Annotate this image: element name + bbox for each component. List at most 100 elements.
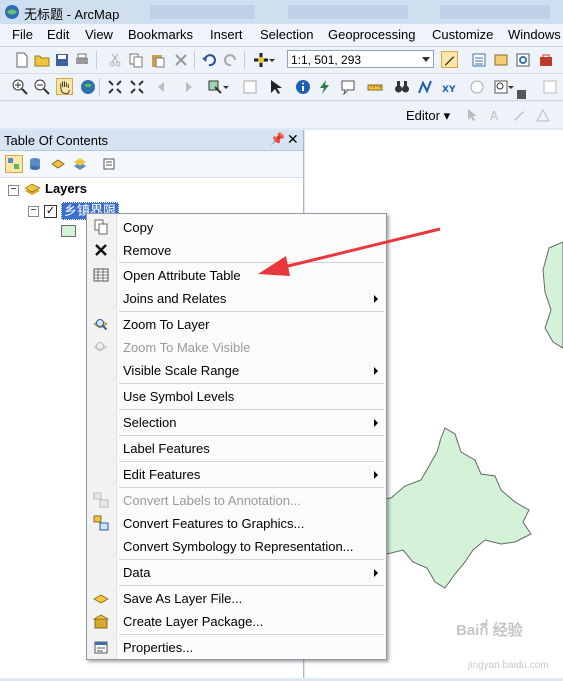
redo-icon [223, 53, 236, 66]
find-route-button[interactable] [416, 78, 433, 95]
menu-item-selection[interactable]: Selection [87, 411, 386, 434]
go-forward-button[interactable] [177, 78, 194, 95]
print-button[interactable] [73, 51, 90, 68]
identify-button[interactable] [294, 78, 311, 95]
menu-item-data[interactable]: Data [87, 561, 386, 584]
polygon-feature[interactable] [542, 241, 563, 349]
svg-text:A: A [490, 109, 499, 123]
time-slider-button[interactable] [468, 78, 485, 95]
redo-button[interactable] [222, 51, 239, 68]
find-button[interactable] [393, 78, 410, 95]
pin-icon[interactable]: 📌 [270, 132, 285, 146]
layer-symbol-swatch[interactable] [61, 225, 76, 237]
toc-options-button[interactable] [100, 155, 118, 173]
menu-item-properties[interactable]: Properties... [87, 636, 386, 659]
open-button[interactable] [33, 51, 50, 68]
menu-item-save-as-layer-file[interactable]: Save As Layer File... [87, 587, 386, 610]
layer-visibility-checkbox[interactable]: ✓ [44, 205, 57, 218]
menu-item-zoom-to-make-visible[interactable]: Zoom To Make Visible [87, 336, 386, 359]
menu-item-label: Use Symbol Levels [123, 389, 235, 404]
zoom-in-button[interactable] [11, 78, 28, 95]
menu-item-create-layer-package[interactable]: Create Layer Package... [87, 610, 386, 633]
hyperlink-button[interactable] [316, 78, 333, 95]
select-elements-button[interactable] [267, 78, 284, 95]
properties-icon [93, 639, 109, 655]
paste-button[interactable] [149, 51, 166, 68]
toolbar-button-edge[interactable] [541, 78, 558, 95]
list-by-visibility-button[interactable] [49, 155, 67, 173]
zoom-out-button[interactable] [33, 78, 50, 95]
select-features-button[interactable] [206, 78, 223, 95]
straight-segment-button[interactable] [510, 106, 527, 123]
save-button[interactable] [53, 51, 70, 68]
catalog-window-button[interactable] [492, 51, 509, 68]
menu-item-convert-labels-to-annotation[interactable]: Convert Labels to Annotation... [87, 489, 386, 512]
html-popup-button[interactable] [339, 78, 356, 95]
map-scale-combobox[interactable]: 1:1, 501, 293 [287, 50, 434, 68]
layer-collapse-toggle[interactable]: − [28, 206, 39, 217]
viewer-dropdown[interactable] [507, 78, 515, 95]
background-window-tab[interactable] [440, 5, 550, 19]
menu-customize[interactable]: Customize [432, 27, 493, 42]
fixed-zoom-in-button[interactable] [106, 78, 123, 95]
undo-button[interactable] [200, 51, 217, 68]
layers-collapse-toggle[interactable]: − [8, 185, 19, 196]
menu-item-open-attribute-table[interactable]: Open Attribute Table [87, 264, 386, 287]
menu-item-copy[interactable]: Copy [87, 216, 386, 239]
menu-item-joins-and-relates[interactable]: Joins and Relates [87, 287, 386, 310]
toolbar-overflow-button[interactable] [517, 90, 526, 99]
editor-toolbar-button[interactable] [441, 51, 458, 68]
menu-view[interactable]: View [85, 27, 113, 42]
full-extent-button[interactable] [79, 78, 96, 95]
add-data-button[interactable] [252, 51, 269, 68]
menu-item-convert-features-to-graphics[interactable]: Convert Features to Graphics... [87, 512, 386, 535]
menu-item-zoom-to-layer[interactable]: Zoom To Layer [87, 313, 386, 336]
clear-selection-button[interactable] [241, 78, 258, 95]
arctoolbox-button[interactable] [537, 51, 554, 68]
toolbar-separator [244, 51, 245, 69]
new-document-button[interactable] [13, 51, 30, 68]
background-window-tab[interactable] [150, 5, 255, 19]
background-window-tab[interactable] [288, 5, 408, 19]
menu-item-edit-features[interactable]: Edit Features [87, 463, 386, 486]
delete-button[interactable] [172, 51, 189, 68]
submenu-arrow-icon [374, 295, 378, 303]
menu-item-remove[interactable]: Remove [87, 239, 386, 262]
list-by-drawing-order-button[interactable] [5, 155, 23, 173]
cut-button[interactable] [106, 51, 123, 68]
pan-button[interactable] [56, 78, 73, 95]
list-by-selection-button[interactable] [71, 155, 89, 173]
editor-menu[interactable]: Editor ▾ [406, 108, 450, 124]
zoom-in-icon [12, 79, 28, 95]
menu-windows[interactable]: Windows [508, 27, 561, 42]
close-icon[interactable]: ✕ [287, 131, 299, 148]
go-back-button[interactable] [155, 78, 172, 95]
menu-item-convert-symbology-to-representation[interactable]: Convert Symbology to Representation... [87, 535, 386, 558]
menu-geoprocessing[interactable]: Geoprocessing [328, 27, 415, 42]
select-features-dropdown[interactable] [222, 78, 230, 95]
measure-button[interactable] [366, 78, 383, 95]
menu-item-visible-scale-range[interactable]: Visible Scale Range [87, 359, 386, 382]
paste-icon [151, 54, 164, 67]
edit-tool-button[interactable] [463, 106, 480, 123]
delete-icon [174, 53, 187, 66]
annotation-edit-button[interactable]: A [486, 106, 503, 123]
chevron-down-icon[interactable] [422, 57, 430, 62]
add-data-dropdown[interactable] [268, 51, 276, 68]
menu-item-use-symbol-levels[interactable]: Use Symbol Levels [87, 385, 386, 408]
edit-vertices-button[interactable] [534, 106, 551, 123]
data-frame-layers-label[interactable]: Layers [45, 181, 87, 196]
menu-edit[interactable]: Edit [47, 27, 69, 42]
menu-bookmarks[interactable]: Bookmarks [128, 27, 193, 42]
menu-file[interactable]: File [12, 27, 33, 42]
fixed-zoom-out-button[interactable] [128, 78, 145, 95]
menu-insert[interactable]: Insert [210, 27, 243, 42]
globe-icon [80, 79, 95, 94]
search-window-button[interactable] [514, 51, 531, 68]
toc-window-button[interactable] [470, 51, 487, 68]
copy-button[interactable] [127, 51, 144, 68]
list-by-source-button[interactable] [26, 155, 44, 173]
goto-xy-button[interactable]: XY [439, 78, 456, 95]
menu-selection[interactable]: Selection [260, 27, 313, 42]
menu-item-label-features[interactable]: Label Features [87, 437, 386, 460]
